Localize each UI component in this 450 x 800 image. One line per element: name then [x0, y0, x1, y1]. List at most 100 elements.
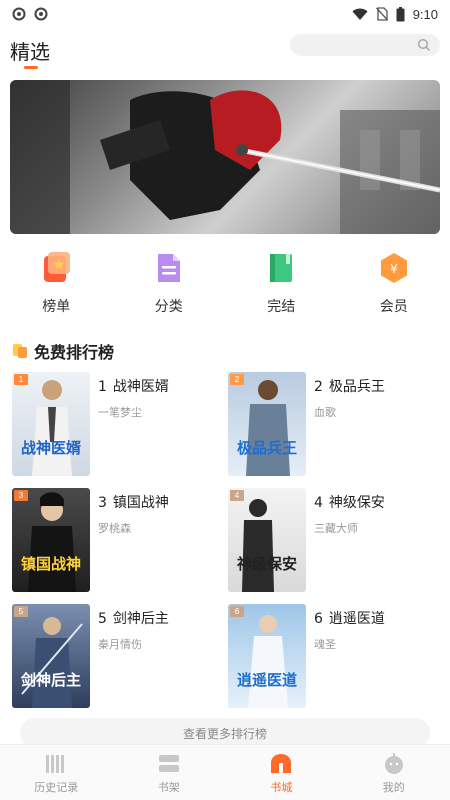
cover-art — [28, 492, 76, 592]
bookshelf-icon — [158, 755, 179, 772]
book-title: 2 极品兵王 — [314, 376, 439, 396]
cover-title: 战神医婿 — [20, 439, 81, 457]
book-title: 6 逍遥医道 — [314, 608, 439, 628]
nav-label: 历史记录 — [34, 781, 79, 794]
rank-badge: 2 — [230, 374, 244, 385]
category-label: 榜单 — [42, 299, 71, 315]
section-header: 免费排行榜 — [12, 340, 114, 362]
book-title-text: 逍遥医道 — [328, 611, 385, 627]
cover-art — [242, 499, 274, 592]
nav-label: 书城 — [270, 781, 293, 794]
book-info: 3 镇国战神 罗桃森 — [98, 492, 223, 536]
book-title-text: 神级保安 — [328, 495, 385, 511]
category-label: 分类 — [154, 299, 183, 315]
book-author: 秦月情伤 — [98, 638, 142, 651]
search-icon[interactable] — [417, 38, 431, 52]
book-info: 6 逍遥医道 魂圣 — [314, 608, 439, 652]
header: 精选 — [0, 30, 450, 70]
cover-title: 神级保安 — [236, 555, 297, 573]
notification-icon — [12, 7, 26, 21]
book-item[interactable]: 4 神级保安 4 神级保安 三藏大师 — [228, 488, 443, 592]
rank-number: 5 — [98, 611, 107, 627]
cover-art — [246, 380, 290, 476]
profile-icon — [384, 753, 403, 774]
category-label: 完结 — [267, 299, 296, 315]
cover-art — [248, 615, 288, 708]
book-item[interactable]: 6 逍遥医道 6 逍遥医道 魂圣 — [228, 604, 443, 708]
rank-badge: 6 — [230, 606, 244, 617]
category-nav: 榜单 分类 完结 ¥ 会员 — [0, 248, 450, 320]
book-cover[interactable]: 3 镇国战神 — [12, 488, 90, 592]
no-sim-icon — [375, 7, 388, 21]
book-title-text: 战神医婿 — [112, 379, 169, 395]
book-info: 4 神级保安 三藏大师 — [314, 492, 439, 536]
ranking-section-icon — [13, 344, 27, 358]
book-author: 魂圣 — [314, 638, 336, 651]
rank-number: 6 — [314, 611, 323, 627]
rank-badge: 5 — [14, 606, 28, 617]
cover-title: 逍遥医道 — [236, 671, 297, 689]
rank-badge: 3 — [14, 490, 28, 501]
status-left — [12, 7, 48, 21]
status-right: 9:10 — [352, 6, 438, 22]
book-author: 一笔梦尘 — [98, 406, 142, 419]
page-title: 精选 — [10, 40, 50, 64]
cover-art — [21, 617, 83, 708]
rank-number: 4 — [314, 495, 323, 511]
rank-badge: 4 — [230, 490, 244, 501]
book-author: 三藏大师 — [314, 522, 358, 535]
book-title: 3 镇国战神 — [98, 492, 223, 512]
book-item[interactable]: 2 极品兵王 2 极品兵王 血歌 — [228, 372, 443, 476]
book-info: 2 极品兵王 血歌 — [314, 376, 439, 420]
section-title: 免费排行榜 — [34, 343, 115, 362]
cover-title: 镇国战神 — [20, 555, 81, 573]
nav-label: 书架 — [157, 781, 180, 794]
book-cover[interactable]: 2 极品兵王 — [228, 372, 306, 476]
category-classify[interactable]: 分类 — [113, 248, 226, 320]
nav-bookstore[interactable]: 书城 — [225, 745, 338, 800]
notification-icon — [34, 7, 48, 21]
rank-badge: 1 — [14, 374, 28, 385]
book-cover[interactable]: 6 逍遥医道 — [228, 604, 306, 708]
book-cover[interactable]: 5 剑神后主 — [12, 604, 90, 708]
rank-number: 3 — [98, 495, 107, 511]
cover-title: 极品兵王 — [236, 439, 297, 457]
ranking-icon — [44, 252, 71, 282]
title-underline — [24, 66, 38, 69]
bottom-nav: 历史记录 书架 书城 我的 — [0, 744, 450, 800]
book-title-text: 极品兵王 — [328, 379, 385, 395]
bookstore-icon — [271, 754, 292, 773]
book-item[interactable]: 1 战神医婿 1 战神医婿 一笔梦尘 — [12, 372, 227, 476]
search-input[interactable] — [290, 34, 440, 56]
book-info: 5 剑神后主 秦月情伤 — [98, 608, 223, 652]
nav-profile[interactable]: 我的 — [338, 745, 450, 800]
rank-number: 2 — [314, 379, 323, 395]
book-item[interactable]: 5 剑神后主 5 剑神后主 秦月情伤 — [12, 604, 227, 708]
book-info: 1 战神医婿 一笔梦尘 — [98, 376, 223, 420]
category-completed[interactable]: 完结 — [225, 248, 338, 320]
nav-bookshelf[interactable]: 书架 — [113, 745, 226, 800]
book-title-text: 镇国战神 — [112, 495, 169, 511]
category-ranking[interactable]: 榜单 — [0, 248, 113, 320]
status-bar: 9:10 — [0, 0, 450, 28]
completed-book-icon — [270, 254, 293, 282]
book-author: 血歌 — [314, 406, 336, 419]
book-author: 罗桃森 — [98, 522, 131, 535]
nav-label: 我的 — [382, 781, 405, 794]
rank-number: 1 — [98, 379, 107, 395]
promo-banner[interactable] — [10, 80, 440, 234]
book-title: 4 神级保安 — [314, 492, 439, 512]
category-vip[interactable]: ¥ 会员 — [338, 248, 450, 320]
book-cover[interactable]: 4 神级保安 — [228, 488, 306, 592]
status-time: 9:10 — [412, 6, 438, 22]
book-item[interactable]: 3 镇国战神 3 镇国战神 罗桃森 — [12, 488, 227, 592]
category-icon — [157, 254, 180, 282]
book-cover[interactable]: 1 战神医婿 — [12, 372, 90, 476]
banner-artwork — [10, 80, 440, 234]
cover-art — [32, 380, 72, 476]
nav-history[interactable]: 历史记录 — [0, 745, 113, 800]
book-title: 5 剑神后主 — [98, 608, 223, 628]
history-icon — [46, 755, 65, 773]
wifi-icon — [352, 8, 368, 20]
category-label: 会员 — [379, 299, 408, 315]
